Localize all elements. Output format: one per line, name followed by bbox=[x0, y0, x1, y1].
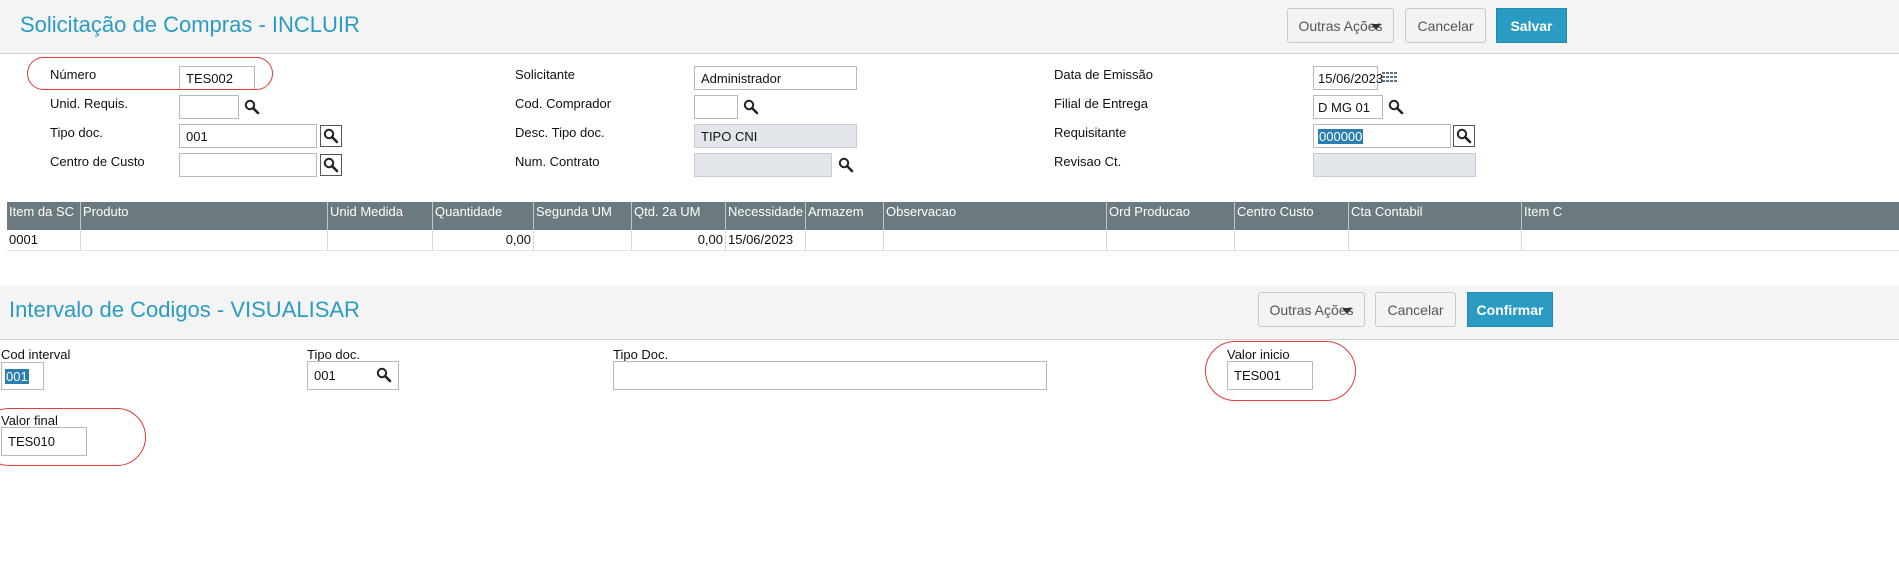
desc-tipo-doc-label: Desc. Tipo doc. bbox=[515, 125, 605, 140]
grid-column-header[interactable]: Segunda UM bbox=[534, 202, 632, 230]
form1-save-button[interactable]: Salvar bbox=[1496, 8, 1567, 43]
valor-inicio-field[interactable]: TES001 bbox=[1227, 361, 1313, 390]
cod-interval-selected-text: 001 bbox=[5, 368, 29, 384]
form1-title: Solicitação de Compras - INCLUIR bbox=[20, 12, 360, 37]
caret-down-icon bbox=[1342, 308, 1352, 314]
centro-custo-field[interactable] bbox=[179, 153, 317, 177]
tipo-doc2-label: Tipo doc. bbox=[307, 347, 360, 362]
items-grid: Item da SC Produto Unid Medida Quantidad… bbox=[7, 202, 1899, 251]
calendar-icon[interactable] bbox=[1381, 70, 1399, 86]
grid-cell[interactable] bbox=[1349, 230, 1522, 250]
cod-interval-label: Cod interval bbox=[1, 347, 71, 362]
cod-comprador-field[interactable] bbox=[694, 95, 738, 119]
numero-field[interactable]: TES002 bbox=[179, 66, 255, 90]
grid-cell[interactable]: 15/06/2023 bbox=[726, 230, 806, 250]
form2-title: Intervalo de Codigos - VISUALISAR bbox=[9, 297, 360, 322]
grid-cell[interactable] bbox=[1107, 230, 1235, 250]
tipo-doc-field[interactable]: 001 bbox=[179, 124, 317, 148]
tipo-doc-desc-label: Tipo Doc. bbox=[613, 347, 669, 362]
cod-comprador-label: Cod. Comprador bbox=[515, 96, 612, 111]
unid-requis-field[interactable] bbox=[179, 95, 239, 119]
filial-entrega-search-icon[interactable] bbox=[1385, 96, 1407, 118]
grid-cell[interactable] bbox=[1235, 230, 1349, 250]
requisitante-search-icon[interactable] bbox=[1453, 125, 1475, 147]
filial-entrega-label: Filial de Entrega bbox=[1054, 96, 1148, 111]
num-contrato-search-icon[interactable] bbox=[835, 154, 857, 176]
grid-cell[interactable] bbox=[328, 230, 433, 250]
cod-comprador-search-icon[interactable] bbox=[740, 96, 762, 118]
num-contrato-label: Num. Contrato bbox=[515, 154, 600, 169]
grid-column-header[interactable]: Item Ct bbox=[1522, 202, 1562, 230]
grid-cell[interactable] bbox=[806, 230, 884, 250]
data-emissao-field[interactable]: 15/06/2023 bbox=[1313, 66, 1383, 90]
unid-requis-search-icon[interactable] bbox=[241, 96, 263, 118]
form2-more-actions-button[interactable]: Outras Ações bbox=[1258, 292, 1365, 327]
grid-column-header[interactable]: Ord Producao bbox=[1107, 202, 1235, 230]
grid-cell[interactable] bbox=[884, 230, 1107, 250]
tipo-doc-label: Tipo doc. bbox=[50, 125, 103, 140]
revisao-ct-field bbox=[1313, 153, 1476, 177]
table-row[interactable]: 0001 0,00 0,00 15/06/2023 bbox=[7, 230, 1899, 251]
centro-custo-label: Centro de Custo bbox=[50, 154, 145, 169]
grid-column-header[interactable]: Necessidade bbox=[726, 202, 806, 230]
grid-cell[interactable] bbox=[1522, 230, 1562, 250]
requisitante-field[interactable]: 000000 bbox=[1313, 124, 1451, 148]
grid-cell[interactable]: 0001 bbox=[7, 230, 81, 250]
form1-cancel-button[interactable]: Cancelar bbox=[1405, 8, 1486, 43]
solicitante-field[interactable]: Administrador bbox=[694, 66, 857, 90]
tipo-doc-desc-field[interactable] bbox=[613, 361, 1047, 390]
valor-inicio-label: Valor inicio bbox=[1227, 347, 1290, 362]
valor-final-label: Valor final bbox=[1, 413, 58, 428]
tipo-doc-search-icon[interactable] bbox=[320, 125, 342, 147]
grid-cell[interactable] bbox=[81, 230, 328, 250]
grid-column-header[interactable]: Cta Contabil bbox=[1349, 202, 1522, 230]
data-emissao-label: Data de Emissão bbox=[1054, 67, 1153, 82]
form2-confirm-button[interactable]: Confirmar bbox=[1467, 292, 1553, 327]
grid-column-header[interactable]: Produto bbox=[81, 202, 328, 230]
form2-cancel-button[interactable]: Cancelar bbox=[1375, 292, 1456, 327]
tipo-doc2-search-icon[interactable] bbox=[373, 364, 395, 386]
desc-tipo-doc-field: TIPO CNI bbox=[694, 124, 857, 148]
numero-label: Número bbox=[50, 67, 97, 82]
requisitante-label: Requisitante bbox=[1054, 125, 1127, 140]
grid-cell[interactable]: 0,00 bbox=[433, 230, 534, 250]
revisao-ct-label: Revisao Ct. bbox=[1054, 154, 1122, 169]
unid-requis-label: Unid. Requis. bbox=[50, 96, 129, 111]
filial-entrega-field[interactable]: D MG 01 bbox=[1313, 95, 1383, 119]
grid-column-header[interactable]: Observacao bbox=[884, 202, 1107, 230]
grid-header: Item da SC Produto Unid Medida Quantidad… bbox=[7, 202, 1899, 230]
caret-down-icon bbox=[1371, 24, 1381, 30]
grid-column-header[interactable]: Quantidade bbox=[433, 202, 534, 230]
requisitante-selected-text: 000000 bbox=[1318, 128, 1364, 144]
grid-cell[interactable] bbox=[534, 230, 632, 250]
valor-final-field[interactable]: TES010 bbox=[1, 427, 87, 456]
centro-custo-search-icon[interactable] bbox=[320, 154, 342, 176]
num-contrato-field bbox=[694, 153, 832, 177]
cod-interval-field[interactable]: 001 bbox=[1, 362, 44, 390]
grid-cell[interactable]: 0,00 bbox=[632, 230, 726, 250]
grid-column-header[interactable]: Qtd. 2a UM bbox=[632, 202, 726, 230]
grid-column-header[interactable]: Centro Custo bbox=[1235, 202, 1349, 230]
more-actions-label: Outras Ações bbox=[1269, 301, 1354, 318]
grid-column-header[interactable]: Item da SC bbox=[7, 202, 81, 230]
solicitante-label: Solicitante bbox=[515, 67, 575, 82]
grid-column-header[interactable]: Armazem bbox=[806, 202, 884, 230]
more-actions-label: Outras Ações bbox=[1298, 17, 1383, 34]
grid-column-header[interactable]: Unid Medida bbox=[328, 202, 433, 230]
form1-more-actions-button[interactable]: Outras Ações bbox=[1287, 8, 1394, 43]
